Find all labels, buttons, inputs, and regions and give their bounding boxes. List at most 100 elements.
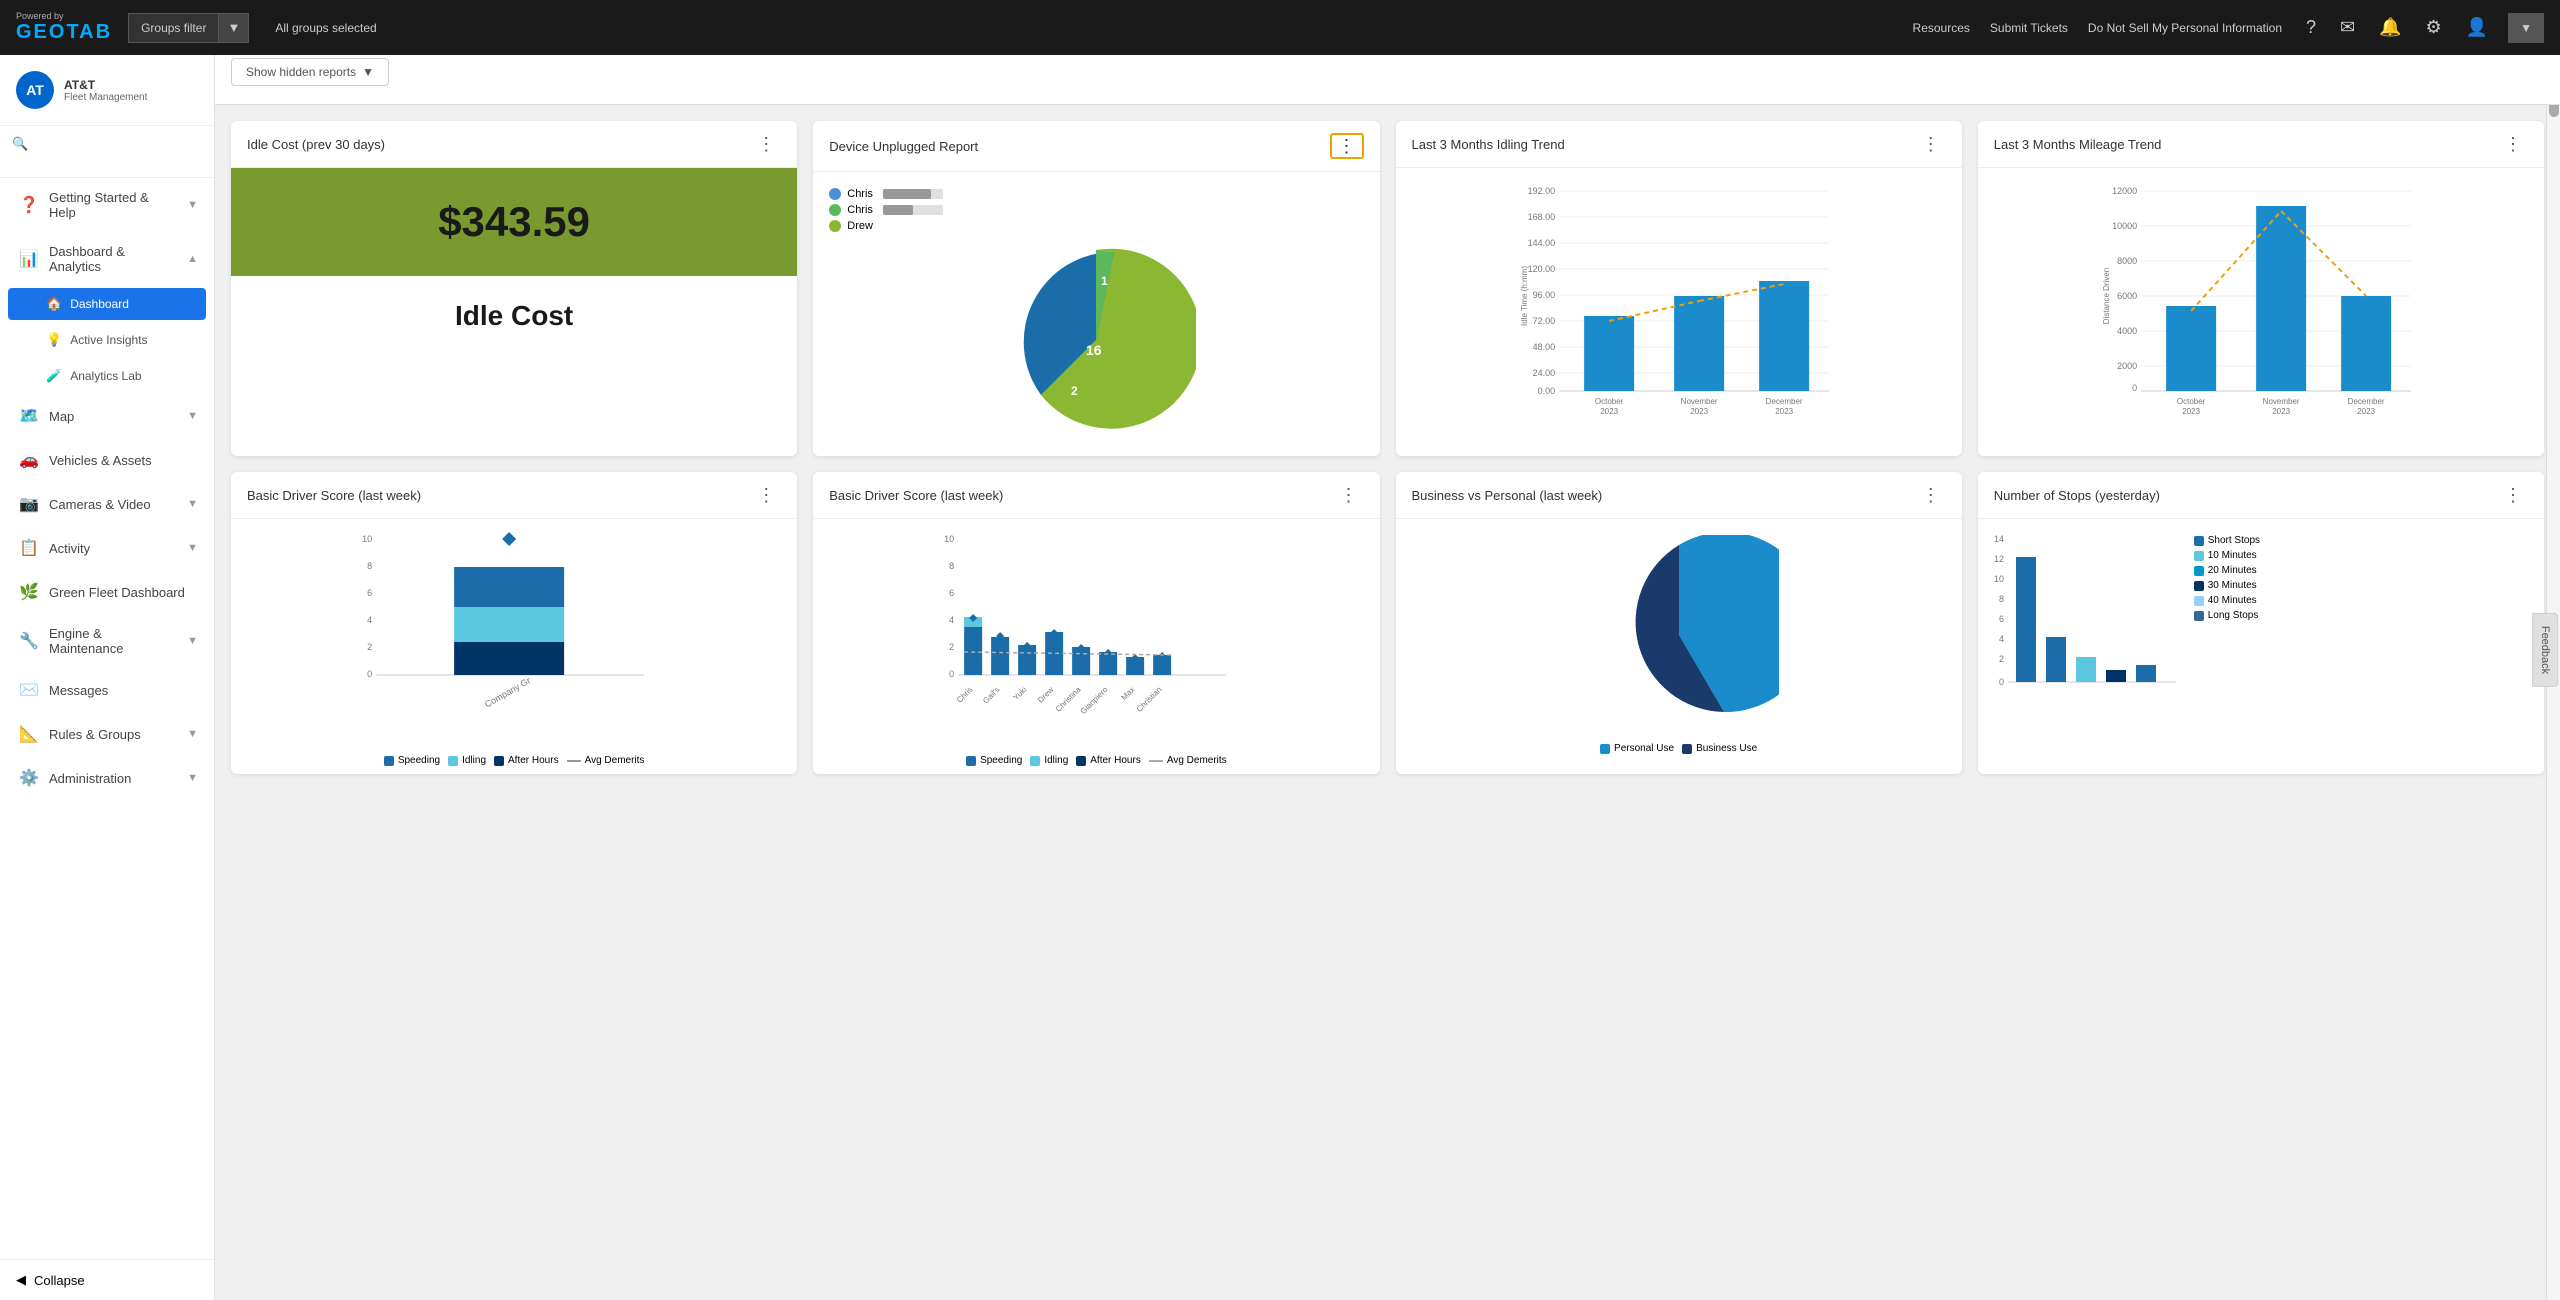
- sidebar-item-administration[interactable]: ⚙️ Administration ▼: [0, 756, 214, 800]
- top-bar: Powered by GEOTAB Groups filter ▼ All gr…: [0, 0, 2560, 55]
- y-label-24: 24.00: [1532, 368, 1555, 378]
- search-input[interactable]: [12, 152, 202, 167]
- sidebar-item-cameras[interactable]: 📷 Cameras & Video ▼: [0, 482, 214, 526]
- brand-name: AT&T: [64, 78, 147, 92]
- idle-cost-menu-button[interactable]: ⋮: [751, 133, 781, 155]
- feedback-tab[interactable]: Feedback: [2532, 613, 2558, 687]
- sidebar-item-activity[interactable]: 📋 Activity ▼: [0, 526, 214, 570]
- ds2-x-gianpiero: Gianpiero: [1079, 685, 1110, 716]
- mil-x-nov: November: [2262, 397, 2299, 406]
- legend-idling-1: Idling: [448, 755, 486, 766]
- resources-link[interactable]: Resources: [1913, 21, 1970, 35]
- idling-trend-menu-button[interactable]: ⋮: [1916, 133, 1946, 155]
- ds2-x-max: Max: [1120, 685, 1137, 702]
- speeding-2-label: Speeding: [980, 755, 1022, 766]
- ds1-x-company: Company Gr: [483, 675, 532, 709]
- device-unplugged-menu-button[interactable]: ⋮: [1330, 133, 1364, 159]
- driver-score-1-menu-button[interactable]: ⋮: [751, 484, 781, 506]
- engine-icon: 🔧: [19, 631, 39, 651]
- bar-nov: [1674, 296, 1724, 391]
- legend-drew-label: Drew: [847, 220, 873, 232]
- mail-icon[interactable]: ✉: [2336, 13, 2359, 42]
- sidebar-item-vehicles[interactable]: 🚗 Vehicles & Assets: [0, 438, 214, 482]
- ns-y-8: 8: [1999, 594, 2004, 604]
- sidebar-item-engine[interactable]: 🔧 Engine & Maintenance ▼: [0, 614, 214, 668]
- 10min-label: 10 Minutes: [2208, 550, 2257, 561]
- business-personal-legend: Personal Use Business Use: [1600, 743, 1757, 754]
- ns-y-10: 10: [1994, 574, 2004, 584]
- groups-filter-button[interactable]: Groups filter: [128, 13, 219, 43]
- ds2-x-yuki: Yuki: [1012, 685, 1029, 702]
- business-label: Business Use: [1696, 743, 1757, 754]
- ds2-x-christian: Christian: [1135, 685, 1164, 714]
- legend-drew: Drew: [829, 220, 943, 232]
- x-label-oct: October: [1594, 397, 1623, 406]
- sidebar-item-getting-started[interactable]: ❓ Getting Started & Help ▼: [0, 178, 214, 232]
- legend-long-stops: Long Stops: [2194, 610, 2260, 621]
- ds2-x-gails: Gail's: [981, 685, 1001, 705]
- legend-personal: Personal Use: [1600, 743, 1674, 754]
- sidebar-item-messages[interactable]: ✉️ Messages: [0, 668, 214, 712]
- mil-y-axis-title: Distance Driven: [2102, 268, 2111, 324]
- bar-oct: [1584, 316, 1634, 391]
- ds1-y-10: 10: [362, 534, 372, 544]
- sidebar-item-active-insights[interactable]: 💡 Active Insights: [0, 322, 214, 358]
- short-stops-label: Short Stops: [2208, 535, 2260, 546]
- show-hidden-reports-button[interactable]: Show hidden reports ▼: [231, 58, 389, 86]
- user-dropdown-button[interactable]: ▼: [2508, 13, 2544, 43]
- mil-bar-oct: [2166, 306, 2216, 391]
- sidebar-collapse[interactable]: ◀ Collapse: [0, 1259, 214, 1300]
- settings-icon[interactable]: ⚙: [2422, 13, 2446, 42]
- sidebar-item-rules[interactable]: 📐 Rules & Groups ▼: [0, 712, 214, 756]
- map-icon: 🗺️: [19, 406, 39, 426]
- x-label-dec-year: 2023: [1775, 407, 1793, 416]
- legend-chris-green: Chris: [829, 204, 943, 216]
- mileage-trend-menu-button[interactable]: ⋮: [2498, 133, 2528, 155]
- idling-1-dot: [448, 756, 458, 766]
- sidebar-item-dashboard-analytics[interactable]: 📊 Dashboard & Analytics ▲: [0, 232, 214, 286]
- administration-icon: ⚙️: [19, 768, 39, 788]
- idle-cost-card-header: Idle Cost (prev 30 days) ⋮: [231, 121, 797, 168]
- sidebar-item-getting-started-label: Getting Started & Help: [49, 190, 177, 220]
- speeding-1-label: Speeding: [398, 755, 440, 766]
- afterhours-1-dot: [494, 756, 504, 766]
- driver-score-1-legend: Speeding Idling After Hours Avg Demerits: [384, 755, 645, 766]
- idling-trend-body: 192.00 168.00 144.00 120.00 96.00 72.00 …: [1396, 168, 1962, 424]
- sidebar-item-analytics-lab[interactable]: 🧪 Analytics Lab: [0, 358, 214, 394]
- dashboard-analytics-icon: 📊: [19, 249, 39, 269]
- y-label-0: 0.00: [1537, 386, 1555, 396]
- num-stops-menu-button[interactable]: ⋮: [2498, 484, 2528, 506]
- activity-icon: 📋: [19, 538, 39, 558]
- help-icon[interactable]: ?: [2302, 13, 2320, 42]
- legend-chris-blue-label: Chris: [847, 188, 873, 200]
- sidebar-item-green-fleet[interactable]: 🌿 Green Fleet Dashboard: [0, 570, 214, 614]
- user-icon[interactable]: 👤: [2462, 13, 2492, 42]
- sidebar-brand: AT AT&T Fleet Management: [0, 55, 214, 126]
- idling-trend-title: Last 3 Months Idling Trend: [1412, 137, 1565, 152]
- driver-score-2-card: Basic Driver Score (last week) ⋮ 10 8 6 …: [813, 472, 1379, 774]
- do-not-sell-link[interactable]: Do Not Sell My Personal Information: [2088, 21, 2282, 35]
- avgdemerits-1-line: [567, 760, 581, 762]
- ds2-y-4: 4: [949, 615, 954, 625]
- sidebar-item-cameras-label: Cameras & Video: [49, 497, 177, 512]
- personal-label: Personal Use: [1614, 743, 1674, 754]
- notification-icon[interactable]: 🔔: [2375, 13, 2405, 42]
- submit-tickets-link[interactable]: Submit Tickets: [1990, 21, 2068, 35]
- show-hidden-label: Show hidden reports: [246, 65, 356, 79]
- idling-2-dot: [1030, 756, 1040, 766]
- ds2-y-0: 0: [949, 669, 954, 679]
- device-unplugged-body: Chris Chris Drew: [813, 172, 1379, 456]
- mil-y-8000: 8000: [2117, 256, 2137, 266]
- afterhours-2-label: After Hours: [1090, 755, 1141, 766]
- ns-y-4: 4: [1999, 634, 2004, 644]
- driver-score-2-menu-button[interactable]: ⋮: [1334, 484, 1364, 506]
- device-unplugged-card: Device Unplugged Report ⋮ Chris Chris: [813, 121, 1379, 456]
- device-unplugged-legend: Chris Chris Drew: [829, 188, 943, 232]
- business-personal-menu-button[interactable]: ⋮: [1916, 484, 1946, 506]
- ns-bar-2: [2046, 637, 2066, 682]
- ns-bar-3: [2076, 657, 2096, 682]
- sidebar-item-dashboard[interactable]: 🏠 Dashboard: [8, 288, 206, 320]
- sidebar-item-map[interactable]: 🗺️ Map ▼: [0, 394, 214, 438]
- groups-filter-dropdown[interactable]: ▼: [219, 13, 249, 43]
- groups-filter[interactable]: Groups filter ▼: [128, 13, 249, 43]
